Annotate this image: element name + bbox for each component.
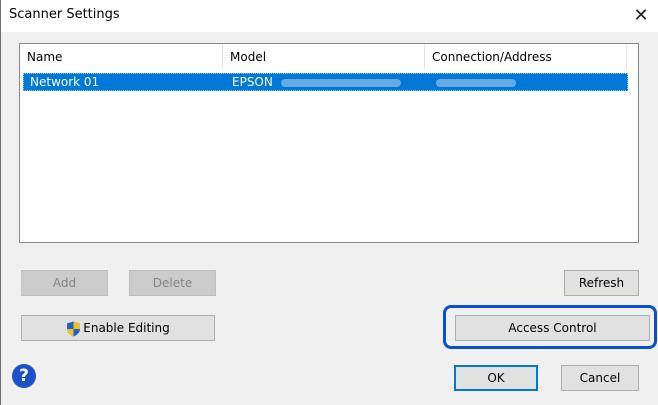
title-bar: Scanner Settings ✕ bbox=[1, 0, 658, 32]
row-model: EPSON bbox=[228, 74, 428, 90]
table-row[interactable]: Network 01 EPSON bbox=[23, 73, 628, 91]
scanner-list[interactable]: Name Model Connection/Address Network 01… bbox=[19, 43, 639, 243]
column-header-model[interactable]: Model bbox=[223, 44, 425, 70]
refresh-button[interactable]: Refresh bbox=[564, 270, 639, 296]
window-title: Scanner Settings bbox=[9, 7, 120, 22]
add-button[interactable]: Add bbox=[21, 270, 108, 296]
enable-editing-label: Enable Editing bbox=[83, 321, 170, 335]
ok-button[interactable]: OK bbox=[454, 365, 538, 391]
help-icon[interactable]: ? bbox=[12, 364, 36, 388]
scanner-settings-dialog: Scanner Settings ✕ Name Model Connection… bbox=[0, 0, 658, 405]
access-control-button[interactable]: Access Control bbox=[455, 315, 650, 341]
obscured-address bbox=[436, 78, 516, 87]
enable-editing-button[interactable]: Enable Editing bbox=[21, 315, 215, 341]
dialog-content: Name Model Connection/Address Network 01… bbox=[1, 32, 658, 405]
column-header-name[interactable]: Name bbox=[20, 44, 223, 70]
row-model-text: EPSON bbox=[232, 75, 273, 89]
row-name: Network 01 bbox=[30, 75, 100, 89]
row-address bbox=[430, 74, 628, 90]
shield-icon bbox=[67, 321, 81, 336]
delete-button[interactable]: Delete bbox=[129, 270, 216, 296]
obscured-model-detail bbox=[280, 78, 401, 87]
column-header-connection[interactable]: Connection/Address bbox=[425, 44, 627, 70]
list-header: Name Model Connection/Address bbox=[20, 44, 638, 70]
cancel-button[interactable]: Cancel bbox=[561, 365, 639, 391]
close-icon[interactable]: ✕ bbox=[629, 4, 653, 28]
